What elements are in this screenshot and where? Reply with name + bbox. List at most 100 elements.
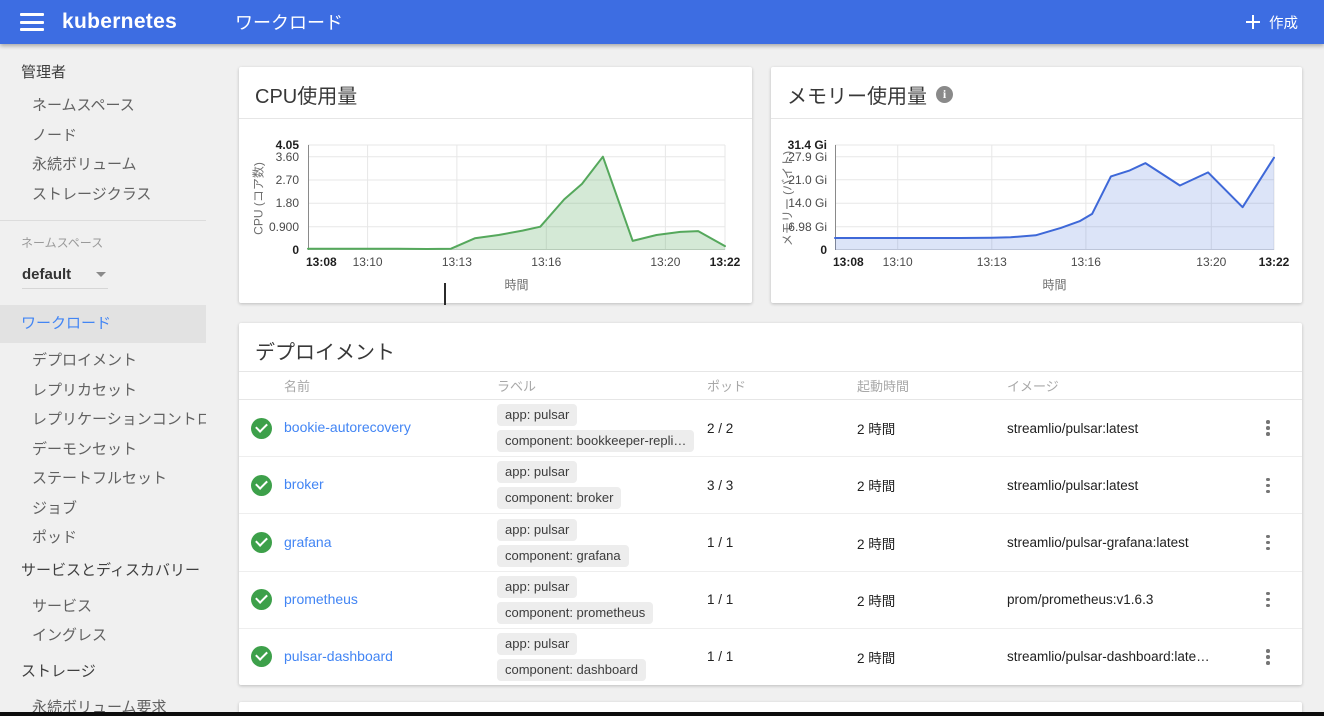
label-chip: app: pulsar — [497, 519, 577, 541]
deployment-link[interactable]: bookie-autorecovery — [284, 419, 411, 435]
age-cell: 2 時間 — [857, 475, 1007, 495]
x-tick: 13:10 — [340, 255, 396, 269]
sidebar-item-services-discovery[interactable]: サービスとディスカバリー — [0, 556, 220, 586]
status-ok-icon — [251, 475, 272, 496]
y-tick: 6.98 Gi — [788, 220, 827, 234]
table-row: pulsar-dashboard app: pulsar component: … — [239, 629, 1302, 685]
sidebar-item-daemon-sets[interactable]: デーモンセット — [0, 435, 206, 465]
status-ok-icon — [251, 532, 272, 553]
image-cell: streamlio/pulsar:latest — [1007, 421, 1254, 436]
sidebar-item-replica-sets[interactable]: レプリカセット — [0, 376, 206, 406]
age-cell: 2 時間 — [857, 590, 1007, 610]
sidebar-item-persistent-volumes[interactable]: 永続ボリューム — [0, 150, 206, 180]
memory-x-axis-label: 時間 — [835, 276, 1274, 293]
menu-icon[interactable] — [20, 13, 44, 31]
page-title: ワークロード — [235, 9, 343, 35]
table-row: grafana app: pulsar component: grafana 1… — [239, 514, 1302, 571]
deployment-link[interactable]: grafana — [284, 534, 331, 550]
pods-cell: 2 / 2 — [707, 421, 857, 436]
sidebar-item-admin[interactable]: 管理者 — [0, 58, 220, 88]
kebab-menu-icon[interactable] — [1256, 531, 1280, 555]
table-row: bookie-autorecovery app: pulsar componen… — [239, 400, 1302, 457]
sidebar-divider — [0, 220, 206, 221]
image-cell: streamlio/pulsar-grafana:latest — [1007, 535, 1254, 550]
y-tick: 0.900 — [269, 220, 299, 234]
deployment-link[interactable]: prometheus — [284, 591, 358, 607]
col-header-name: 名前 — [284, 376, 497, 395]
sidebar-item-services[interactable]: サービス — [0, 592, 206, 622]
kebab-menu-icon[interactable] — [1256, 473, 1280, 497]
memory-plot-area — [835, 145, 1274, 250]
create-button-label: 作成 — [1269, 12, 1298, 33]
y-tick: 27.9 Gi — [788, 150, 827, 164]
sidebar-item-storage[interactable]: ストレージ — [0, 657, 220, 687]
x-tick: 13:22 — [697, 255, 753, 269]
sidebar: 管理者 ネームスペース ノード 永続ボリューム ストレージクラス ネームスペース… — [0, 44, 220, 716]
label-chip: app: pulsar — [497, 404, 577, 426]
cpu-y-ticks: 4.053.602.701.800.9000 — [239, 145, 303, 250]
sidebar-item-nodes[interactable]: ノード — [0, 121, 206, 151]
pods-cell: 1 / 1 — [707, 592, 857, 607]
deployments-title: デプロイメント — [255, 336, 395, 365]
cpu-card-title: CPU使用量 — [255, 80, 357, 109]
plus-icon — [1246, 15, 1260, 29]
col-header-labels: ラベル — [497, 376, 707, 395]
table-row: prometheus app: pulsar component: promet… — [239, 572, 1302, 629]
image-cell: streamlio/pulsar:latest — [1007, 478, 1254, 493]
cpu-usage-card: CPU使用量 CPU (コア数) 4.053.602.701.800.9000 … — [239, 67, 752, 303]
info-icon[interactable]: i — [936, 86, 953, 103]
pods-cell: 1 / 1 — [707, 649, 857, 664]
pods-cell: 1 / 1 — [707, 535, 857, 550]
age-cell: 2 時間 — [857, 647, 1007, 667]
y-tick: 21.0 Gi — [788, 173, 827, 187]
x-tick: 13:16 — [518, 255, 574, 269]
cpu-x-axis-label: 時間 — [308, 276, 725, 293]
kebab-menu-icon[interactable] — [1256, 416, 1280, 440]
kubernetes-logo[interactable]: kubernetes — [62, 10, 177, 34]
y-tick: 3.60 — [276, 150, 299, 164]
pods-cell: 3 / 3 — [707, 478, 857, 493]
kebab-menu-icon[interactable] — [1256, 588, 1280, 612]
screen-bottom-bar — [0, 712, 1324, 716]
sidebar-item-stateful-sets[interactable]: ステートフルセット — [0, 464, 206, 494]
memory-chart: メモリー (バイト) 31.4 Gi27.9 Gi21.0 Gi14.0 Gi6… — [771, 119, 1302, 303]
text-cursor-artifact — [444, 283, 446, 305]
y-tick: 0 — [292, 243, 299, 257]
sidebar-item-workloads[interactable]: ワークロード — [0, 305, 206, 343]
sidebar-item-deployments[interactable]: デプロイメント — [0, 346, 206, 376]
x-tick: 13:10 — [870, 255, 926, 269]
deployments-table: 名前 ラベル ポッド 起動時間 イメージ bookie-autorecovery… — [239, 371, 1302, 685]
cpu-x-ticks: 13:0813:1013:1313:1613:2013:22 — [308, 255, 725, 269]
status-ok-icon — [251, 418, 272, 439]
x-tick: 13:13 — [429, 255, 485, 269]
memory-x-ticks: 13:0813:1013:1313:1613:2013:22 — [835, 255, 1274, 269]
status-ok-icon — [251, 589, 272, 610]
cpu-plot-area — [308, 145, 725, 250]
table-row: broker app: pulsar component: broker 3 /… — [239, 457, 1302, 514]
namespace-select[interactable]: default — [22, 261, 108, 289]
sidebar-item-replication-controllers[interactable]: レプリケーションコントローラ — [0, 405, 206, 435]
sidebar-item-jobs[interactable]: ジョブ — [0, 494, 206, 524]
chevron-down-icon — [96, 272, 106, 277]
create-button[interactable]: 作成 — [1246, 0, 1298, 44]
age-cell: 2 時間 — [857, 418, 1007, 438]
kebab-menu-icon[interactable] — [1256, 645, 1280, 669]
status-ok-icon — [251, 646, 272, 667]
label-chip: component: prometheus — [497, 602, 653, 624]
sidebar-item-storage-classes[interactable]: ストレージクラス — [0, 180, 206, 210]
topbar: kubernetes ワークロード 作成 — [0, 0, 1324, 44]
sidebar-item-ingresses[interactable]: イングレス — [0, 621, 206, 651]
image-cell: streamlio/pulsar-dashboard:late… — [1007, 649, 1254, 664]
label-chip: app: pulsar — [497, 461, 577, 483]
y-tick: 1.80 — [276, 196, 299, 210]
cpu-chart: CPU (コア数) 4.053.602.701.800.9000 13:0813… — [239, 119, 752, 303]
memory-y-ticks: 31.4 Gi27.9 Gi21.0 Gi14.0 Gi6.98 Gi0 — [771, 145, 831, 250]
sidebar-item-namespaces[interactable]: ネームスペース — [0, 91, 206, 121]
deployment-link[interactable]: broker — [284, 476, 324, 492]
label-chip: component: grafana — [497, 545, 629, 567]
sidebar-item-pods[interactable]: ポッド — [0, 523, 206, 553]
deployment-link[interactable]: pulsar-dashboard — [284, 648, 393, 664]
col-header-pods: ポッド — [707, 376, 857, 395]
x-tick: 13:20 — [637, 255, 693, 269]
x-tick: 13:22 — [1246, 255, 1302, 269]
